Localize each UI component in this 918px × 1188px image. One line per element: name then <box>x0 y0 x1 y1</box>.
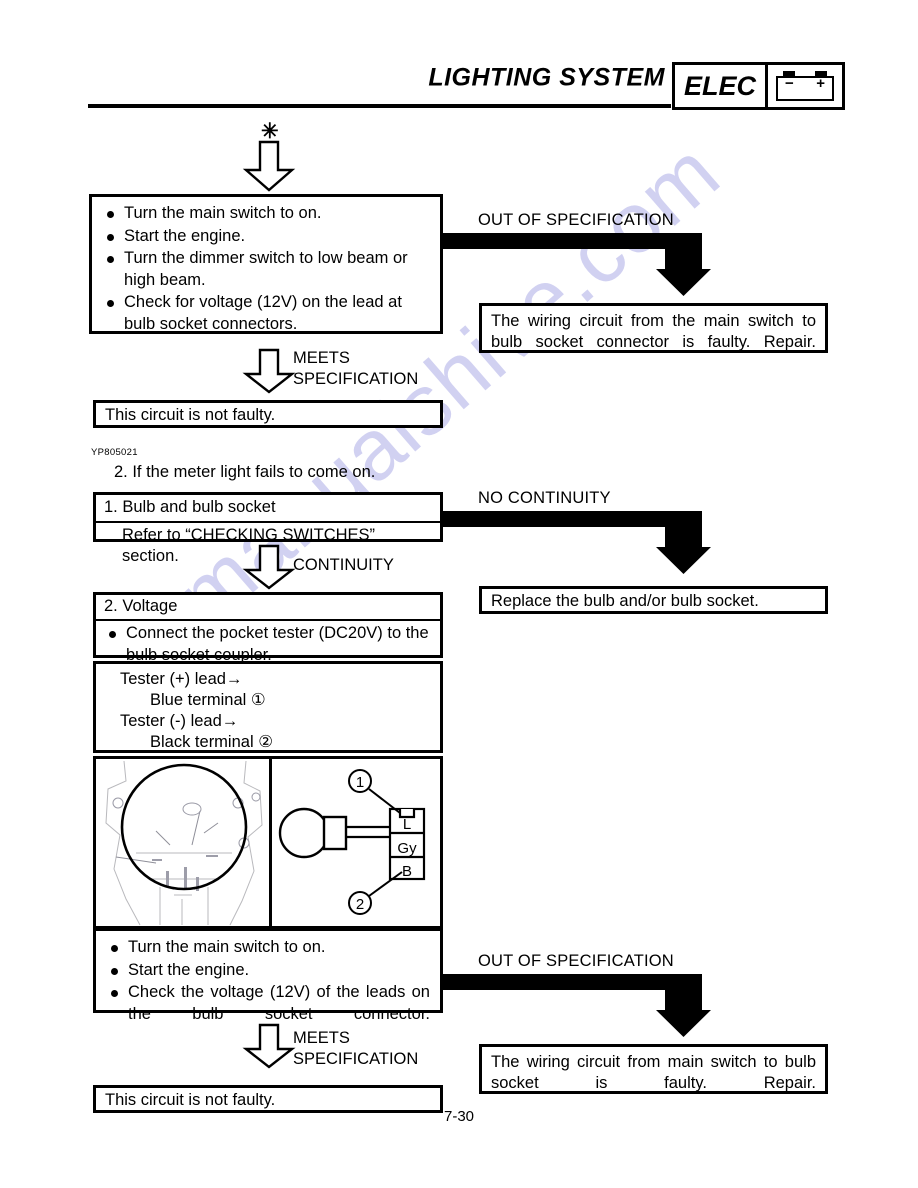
illustration-panel: 1 2 L Gy B <box>93 756 443 929</box>
continuity-label: CONTINUITY <box>293 556 394 574</box>
page-number: 7-30 <box>443 1108 475 1125</box>
check-steps-box-2: Turn the main switch to on. Start the en… <box>93 928 443 1023</box>
terminal-label-mid: Gy <box>397 840 417 857</box>
list-item: Check for voltage (12V) on the lead at b… <box>102 292 430 335</box>
list-item: Start the engine. <box>102 226 430 248</box>
fault-result-box-2: The wiring circuit from main switch to b… <box>479 1044 828 1094</box>
not-faulty-box-1: This circuit is not faulty. <box>93 400 443 428</box>
tester-positive-lead: Tester (+) lead→ <box>120 670 243 688</box>
out-of-specification-label-1: OUT OF SPECIFICATION <box>478 211 674 229</box>
elec-badge: ELEC − + <box>672 62 846 110</box>
figure-code: YP805021 <box>91 447 138 458</box>
manual-page: manualshive.com LIGHTING SYSTEM ELEC − +… <box>0 0 918 1188</box>
fault-result-box-1: The wiring circuit from the main switch … <box>479 303 828 353</box>
flow-arrow-no-continuity <box>441 511 711 574</box>
list-item: Turn the main switch to on. <box>106 937 430 959</box>
replace-bulb-text: Replace the bulb and/or bulb socket. <box>491 592 759 610</box>
callout-1-number: 1 <box>356 774 364 791</box>
replace-bulb-box: Replace the bulb and/or bulb socket. <box>479 586 828 614</box>
fault-result-text-1: The wiring circuit from the main switch … <box>491 312 816 351</box>
asterisk-marker: ✳ <box>261 120 279 143</box>
tester-negative-terminal: Black terminal ② <box>150 733 273 751</box>
list-item: Start the engine. <box>106 960 430 982</box>
callout-2-number: 2 <box>356 896 364 913</box>
elec-badge-label: ELEC <box>684 70 757 101</box>
step-1-box: 1. Bulb and bulb socket Refer to “CHECKI… <box>93 492 443 565</box>
meter-photo <box>96 759 269 926</box>
step-2-title: 2. Voltage <box>104 597 178 615</box>
tester-positive-terminal: Blue terminal ① <box>150 691 266 709</box>
no-continuity-label: NO CONTINUITY <box>478 489 611 507</box>
step-2-box: 2. Voltage Connect the pocket tester (DC… <box>93 592 443 664</box>
page-header: LIGHTING SYSTEM ELEC − + <box>0 0 918 120</box>
section-2-heading: 2. If the meter light fails to come on. <box>114 463 376 481</box>
bulb-socket-diagram: 1 2 L Gy B <box>272 759 440 926</box>
tester-negative-lead: Tester (-) lead→ <box>120 712 239 730</box>
battery-icon: − + <box>776 71 835 101</box>
page-title: LIGHTING SYSTEM <box>428 63 665 92</box>
header-rule <box>88 104 671 108</box>
check-steps-box-1: Turn the main switch to on. Start the en… <box>89 194 443 334</box>
step-1-title: 1. Bulb and bulb socket <box>104 498 276 516</box>
battery-plus-sign: + <box>816 75 826 92</box>
battery-minus-sign: − <box>785 75 794 92</box>
flow-arrow-out-of-spec-1 <box>441 233 711 296</box>
terminal-label-top: L <box>403 816 411 833</box>
list-item: Turn the main switch to on. <box>102 203 430 225</box>
not-faulty-text-1: This circuit is not faulty. <box>105 406 276 424</box>
flow-arrow-down-meets-spec-1 <box>240 348 298 394</box>
meets-specification-label-1: MEETS SPECIFICATION <box>293 349 419 388</box>
flow-arrow-out-of-spec-2 <box>441 974 711 1037</box>
list-item: Turn the dimmer switch to low beam or hi… <box>102 248 430 291</box>
flow-arrow-down-continuity <box>240 544 298 590</box>
out-of-specification-label-2: OUT OF SPECIFICATION <box>478 952 674 970</box>
list-item: Connect the pocket tester (DC20V) to the… <box>104 623 432 666</box>
battery-cell: − + <box>768 65 842 107</box>
meets-specification-label-2: MEETS SPECIFICATION <box>293 1029 419 1068</box>
tester-lead-box: Tester (+) lead→ Blue terminal ① Tester … <box>93 661 443 753</box>
check-steps-list-1: Turn the main switch to on. Start the en… <box>92 197 440 342</box>
flow-arrow-down-meets-spec-2 <box>240 1023 298 1069</box>
terminal-label-bottom: B <box>402 863 412 880</box>
flow-arrow-down-1 <box>240 140 298 192</box>
